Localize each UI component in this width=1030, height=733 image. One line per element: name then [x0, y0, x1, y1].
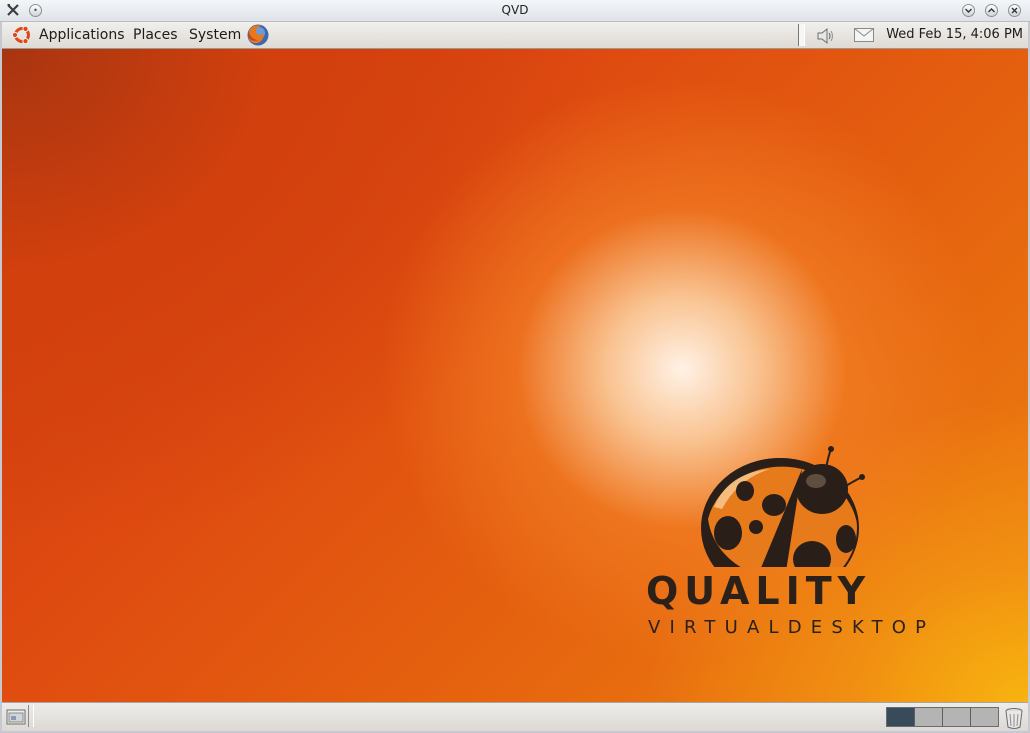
close-icon: [1011, 7, 1018, 14]
bottom-panel: [2, 702, 1028, 731]
workspace-4[interactable]: [971, 708, 998, 726]
workspace-2[interactable]: [915, 708, 943, 726]
menu-places[interactable]: Places: [133, 27, 178, 43]
window-title: QVD: [501, 3, 529, 17]
clock[interactable]: Wed Feb 15, 4:06 PM: [886, 27, 1023, 42]
panel-separator[interactable]: [798, 24, 805, 46]
close-button[interactable]: [1008, 4, 1021, 17]
show-desktop-icon[interactable]: [6, 707, 26, 727]
menu-applications[interactable]: Applications: [39, 27, 125, 43]
minimize-button[interactable]: [962, 4, 975, 17]
workspace-switcher[interactable]: [886, 707, 999, 727]
menu-system[interactable]: System: [189, 27, 241, 43]
ladybug-logo-icon: [701, 446, 865, 567]
workspace-3[interactable]: [943, 708, 971, 726]
brand-subtitle: VIRTUALDESKTOP: [648, 617, 936, 638]
chevron-up-icon: [988, 8, 995, 13]
window-titlebar[interactable]: • QVD: [0, 0, 1030, 22]
desktop[interactable]: QUALITY VIRTUALDESKTOP: [2, 49, 1028, 702]
top-panel: Applications Places System Wed Feb 15, 4…: [2, 22, 1028, 49]
trash-icon[interactable]: [1003, 706, 1025, 730]
workspace-1[interactable]: [887, 708, 915, 726]
brand-title: QUALITY: [646, 569, 872, 613]
maximize-button[interactable]: [985, 4, 998, 17]
chevron-down-icon: [965, 8, 972, 13]
volume-icon[interactable]: [816, 27, 836, 45]
firefox-icon[interactable]: [246, 23, 270, 47]
ubuntu-logo-icon[interactable]: [11, 24, 33, 46]
mail-icon[interactable]: [854, 28, 874, 42]
panel-separator-bottom[interactable]: [28, 705, 34, 727]
